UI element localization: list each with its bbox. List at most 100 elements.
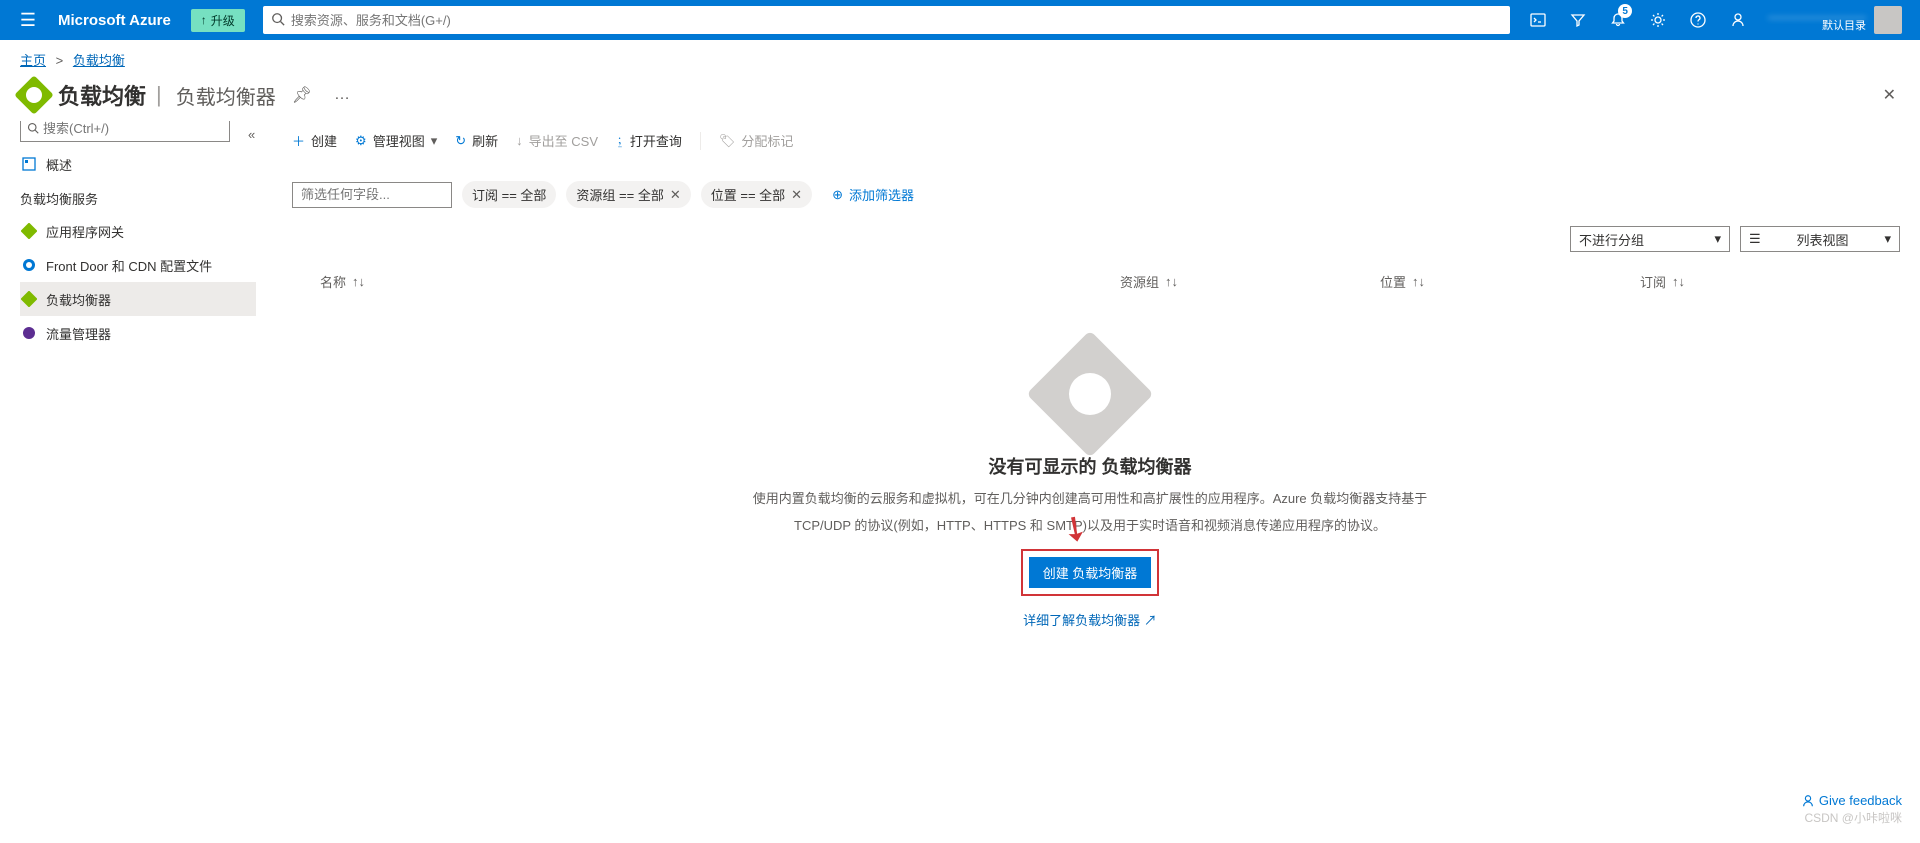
filter-pill-location[interactable]: 位置 == 全部 ✕ [701,181,812,208]
col-location[interactable]: 位置↑↓ [1380,272,1640,291]
azure-topbar: ☰ Microsoft Azure ↑ 升级 5 _______________… [0,0,1920,40]
filter-label: 订阅 == 全部 [472,185,546,204]
global-search-input[interactable] [263,6,1510,34]
watermark: CSDN @小咔啦咪 [1804,809,1902,826]
give-feedback-link[interactable]: Give feedback [1801,793,1902,808]
assign-tags-button[interactable]: 🏷︎ 分配标记 [719,131,794,150]
view-mode-dropdown[interactable]: ☰列表视图▾ [1740,226,1900,252]
annotation-arrow-icon: ➘ [1052,504,1098,553]
user-directory: 默认目录 [1768,20,1866,33]
cloud-shell-icon[interactable] [1518,0,1558,40]
collapse-sidebar-icon[interactable]: « [248,127,255,142]
pin-icon[interactable]: 📌︎ [286,85,318,105]
sidebar-item-load-balancer[interactable]: 负载均衡器 [20,282,256,316]
load-balancer-icon [14,75,54,115]
chevron-down-icon: ▾ [1714,231,1721,247]
search-icon [27,122,39,134]
empty-heading: 没有可显示的 负载均衡器 [280,453,1900,479]
learn-more-link[interactable]: 详细了解负载均衡器 ↗ [1023,610,1157,629]
table-header: 名称↑↓ 资源组↑↓ 位置↑↓ 订阅↑↓ [280,262,1900,299]
notifications-icon[interactable]: 5 [1598,0,1638,40]
sidebar-search-input[interactable] [43,121,223,136]
load-balancer-small-icon [20,290,38,308]
sidebar-item-label: 应用程序网关 [46,222,124,241]
remove-filter-icon[interactable]: ✕ [791,187,802,203]
external-link-icon: ↗ [1144,613,1157,628]
create-label: 创建 [311,131,337,150]
filter-pill-subscription[interactable]: 订阅 == 全部 [462,181,556,208]
chevron-down-icon: ▾ [1884,231,1891,247]
create-highlight-box: ➘ 创建 负载均衡器 [1021,549,1160,596]
more-icon[interactable]: … [328,86,356,104]
remove-filter-icon[interactable]: ✕ [670,187,681,203]
sidebar-section-label: 负载均衡服务 [20,181,256,214]
sidebar-overview[interactable]: 概述 [20,147,256,181]
page-header: 负载均衡 | 负载均衡器 📌︎ … ✕ [0,73,1920,121]
col-subscription[interactable]: 订阅↑↓ [1640,272,1900,291]
global-search [263,6,1510,34]
download-icon: ↓ [516,133,523,148]
topbar-actions: 5 [1518,0,1758,40]
open-query-button[interactable]: ⍮ 打开查询 [616,131,682,150]
sort-icon: ↑↓ [1412,274,1425,289]
toolbar-divider [700,132,701,150]
manage-view-button[interactable]: ⚙管理视图▾ [355,131,437,150]
sidebar-overview-label: 概述 [46,155,72,174]
query-icon: ⍮ [616,133,624,149]
filter-pill-resource-group[interactable]: 资源组 == 全部 ✕ [566,181,690,208]
breadcrumb: 主页 > 负载均衡 [0,40,1920,73]
brand-label[interactable]: Microsoft Azure [48,12,181,29]
grouping-label: 不进行分组 [1579,230,1644,249]
sidebar-item-traffic-manager[interactable]: 流量管理器 [20,316,256,350]
upgrade-button[interactable]: ↑ 升级 [191,9,245,32]
overview-icon [20,155,38,173]
close-icon[interactable]: ✕ [1879,81,1900,109]
command-bar: ＋创建 ⚙管理视图▾ ↻刷新 ↓导出至 CSV ⍮ 打开查询 🏷︎ 分配标记 [280,121,1900,161]
feedback-icon[interactable] [1718,0,1758,40]
assign-tags-label: 分配标记 [741,131,793,150]
filter-label: 资源组 == 全部 [576,185,663,204]
empty-state: 没有可显示的 负载均衡器 使用内置负载均衡的云服务和虚拟机，可在几分钟内创建高可… [280,349,1900,629]
view-options: 不进行分组▾ ☰列表视图▾ [280,226,1900,252]
breadcrumb-lb[interactable]: 负载均衡 [73,53,125,68]
app-gateway-icon [20,222,38,240]
sidebar-search[interactable] [20,121,230,142]
open-query-label: 打开查询 [630,131,682,150]
col-resource-group[interactable]: 资源组↑↓ [1120,272,1380,291]
help-icon[interactable] [1678,0,1718,40]
feedback-label: Give feedback [1819,793,1902,808]
sidebar-item-label: Front Door 和 CDN 配置文件 [46,256,212,275]
tag-icon: 🏷︎ [719,133,736,149]
sidebar-item-label: 流量管理器 [46,324,111,343]
account-menu[interactable]: ________________ 默认目录 [1758,6,1912,34]
create-button[interactable]: ＋创建 [292,131,337,150]
sidebar-item-front-door[interactable]: Front Door 和 CDN 配置文件 [20,248,256,282]
breadcrumb-home[interactable]: 主页 [20,53,46,68]
user-email: ________________ [1768,7,1866,20]
directory-filter-icon[interactable] [1558,0,1598,40]
grouping-dropdown[interactable]: 不进行分组 ▾ [1570,226,1730,252]
person-feedback-icon [1801,794,1815,808]
hamburger-menu-icon[interactable]: ☰ [8,10,48,31]
export-csv-button[interactable]: ↓导出至 CSV [516,131,598,150]
add-filter-label: 添加筛选器 [849,185,914,204]
avatar [1874,6,1902,34]
add-filter-button[interactable]: ⊕添加筛选器 [822,181,924,208]
create-load-balancer-button[interactable]: 创建 负载均衡器 [1029,557,1152,588]
filter-text-input[interactable] [292,182,452,208]
sidebar-item-app-gateway[interactable]: 应用程序网关 [20,214,256,248]
col-name[interactable]: 名称↑↓ [320,272,1120,291]
arrow-up-icon: ↑ [201,13,207,27]
filter-label: 位置 == 全部 [711,185,785,204]
filter-row: 订阅 == 全部 资源组 == 全部 ✕ 位置 == 全部 ✕ ⊕添加筛选器 [280,181,1900,208]
chevron-right-icon: > [56,53,64,68]
settings-icon[interactable] [1638,0,1678,40]
chevron-down-icon: ▾ [431,133,438,149]
traffic-manager-icon [20,324,38,342]
sort-icon: ↑↓ [352,274,365,289]
page-subtitle: 负载均衡器 [176,81,276,110]
refresh-button[interactable]: ↻刷新 [455,131,498,150]
view-mode-label: 列表视图 [1797,230,1849,249]
upgrade-label: 升级 [211,12,235,29]
sort-icon: ↑↓ [1672,274,1685,289]
